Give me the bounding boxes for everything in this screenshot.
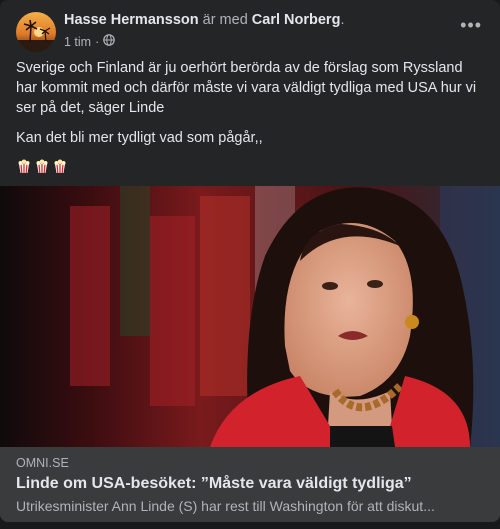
link-title[interactable]: Linde om USA-besöket: ”Måste vara väldig… [16, 475, 412, 493]
post-message: Sverige och Finland är ju oerhört berörd… [16, 58, 484, 174]
popcorn-icon [18, 159, 30, 174]
globe-icon[interactable] [103, 34, 116, 49]
post-header: Hasse Hermansson är med Carl Norberg. 1 … [0, 0, 500, 56]
link-preview-box[interactable]: OMNI.SE Linde om USA-besöket: ”Måste var… [0, 447, 500, 522]
post-paragraph-1: Sverige och Finland är ju oerhört berörd… [16, 60, 477, 116]
post-timestamp[interactable]: 1 tim [64, 35, 91, 49]
emoji-row [16, 158, 484, 174]
with-text: är med [202, 12, 248, 28]
author-avatar[interactable] [16, 12, 56, 52]
popcorn-icon [36, 159, 48, 174]
link-domain: OMNI.SE [16, 456, 69, 470]
link-description: Utrikesminister Ann Linde (S) har rest t… [16, 498, 435, 514]
author-line: Hasse Hermansson är med Carl Norberg. [64, 12, 344, 28]
meta-separator: · [95, 34, 100, 49]
link-preview-image[interactable] [0, 186, 500, 447]
popcorn-icon [54, 159, 66, 174]
feed-post: Hasse Hermansson är med Carl Norberg. 1 … [0, 0, 500, 522]
avatar-image [16, 12, 56, 52]
post-paragraph-2: Kan det bli mer tydligt vad som pågår,, [16, 130, 263, 146]
author-name[interactable]: Hasse Hermansson [64, 12, 199, 28]
article-photo [0, 186, 500, 447]
more-options-icon[interactable]: ••• [460, 16, 482, 34]
tagged-name[interactable]: Carl Norberg [252, 12, 341, 28]
tag-suffix: . [340, 12, 345, 28]
post-meta: 1 tim · [64, 34, 116, 49]
